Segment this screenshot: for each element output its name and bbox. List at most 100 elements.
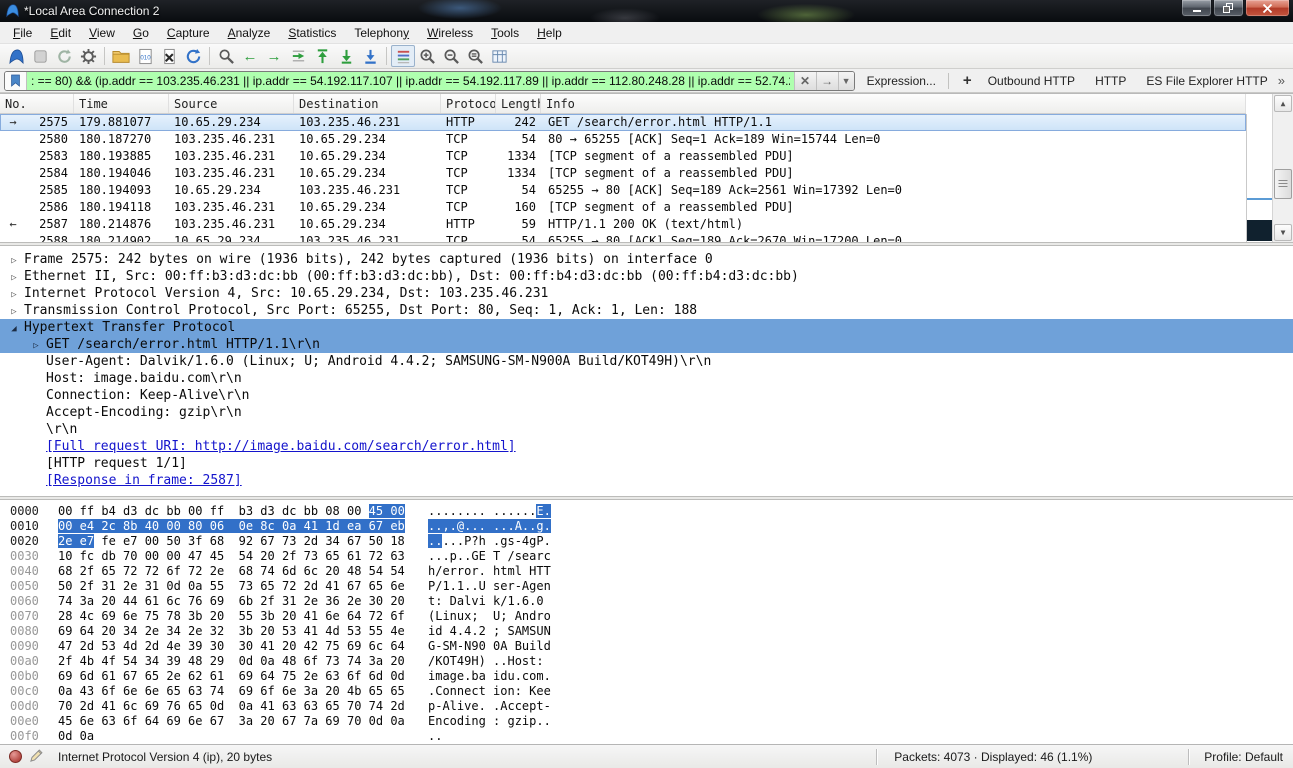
detail-line[interactable]: [HTTP request 1/1] (0, 455, 1293, 472)
resize-columns-button[interactable] (487, 45, 511, 67)
column-header-dst[interactable]: Destination (294, 94, 441, 113)
packet-row-2580[interactable]: 2580180.187270103.235.46.23110.65.29.234… (0, 131, 1246, 148)
menu-go[interactable]: Go (124, 23, 158, 43)
hex-row-00e0[interactable]: 00e045 6e 63 6f 64 69 6e 67 3a 20 67 7a … (10, 714, 1293, 729)
column-header-time[interactable]: Time (74, 94, 169, 113)
column-header-no[interactable]: No. (0, 94, 74, 113)
hex-row-0000[interactable]: 000000 ff b4 d3 dc bb 00 ff b3 d3 dc bb … (10, 504, 1293, 519)
find-packet-button[interactable] (214, 45, 238, 67)
hex-row-0030[interactable]: 003010 fc db 70 00 00 47 45 54 20 2f 73 … (10, 549, 1293, 564)
menu-capture[interactable]: Capture (158, 23, 219, 43)
column-header-info[interactable]: Info (541, 94, 1246, 113)
close-file-button[interactable] (157, 45, 181, 67)
detail-line[interactable]: Host: image.baidu.com\r\n (0, 370, 1293, 387)
colorize-button[interactable] (391, 45, 415, 67)
capture-comment-icon[interactable] (29, 748, 44, 766)
filter-shortcut-http[interactable]: HTTP (1095, 74, 1126, 88)
column-header-len[interactable]: Length (496, 94, 541, 113)
menu-view[interactable]: View (80, 23, 124, 43)
hex-row-00b0[interactable]: 00b069 6d 61 67 65 2e 62 61 69 64 75 2e … (10, 669, 1293, 684)
hex-row-00a0[interactable]: 00a02f 4b 4f 54 34 39 48 29 0d 0a 48 6f … (10, 654, 1293, 669)
restore-button[interactable] (1213, 0, 1244, 17)
go-back-button[interactable]: ← (238, 45, 262, 67)
go-forward-button[interactable]: → (262, 45, 286, 67)
packet-row-2585[interactable]: 2585180.19409310.65.29.234103.235.46.231… (0, 182, 1246, 199)
filter-shortcuts: Outbound HTTP HTTP ES File Explorer HTTP (978, 74, 1278, 88)
open-file-button[interactable] (109, 45, 133, 67)
go-last-button[interactable] (334, 45, 358, 67)
menu-file[interactable]: File (4, 23, 41, 43)
scroll-up-arrow[interactable]: ▲ (1274, 95, 1292, 112)
detail-line[interactable]: ▷Internet Protocol Version 4, Src: 10.65… (0, 285, 1293, 302)
capture-options-button[interactable] (76, 45, 100, 67)
hex-row-0020[interactable]: 00202e e7 fe e7 00 50 3f 68 92 67 73 2d … (10, 534, 1293, 549)
packet-row-2583[interactable]: 2583180.193885103.235.46.23110.65.29.234… (0, 148, 1246, 165)
detail-line[interactable]: ▷Ethernet II, Src: 00:ff:b3:d3:dc:bb (00… (0, 268, 1293, 285)
start-capture-button[interactable] (4, 45, 28, 67)
minimize-button[interactable] (1181, 0, 1212, 17)
collapsed-triangle-icon[interactable]: ▷ (30, 338, 42, 355)
hex-row-0050[interactable]: 005050 2f 31 2e 31 0d 0a 55 73 65 72 2d … (10, 579, 1293, 594)
auto-scroll-button[interactable] (358, 45, 382, 67)
detail-line[interactable]: ▷GET /search/error.html HTTP/1.1\r\n (0, 336, 1293, 353)
expanded-triangle-icon[interactable]: ◢ (8, 321, 20, 338)
detail-line[interactable]: [Full request URI: http://image.baidu.co… (0, 438, 1293, 455)
detail-line[interactable]: Accept-Encoding: gzip\r\n (0, 404, 1293, 421)
menu-help[interactable]: Help (528, 23, 571, 43)
hex-row-0070[interactable]: 007028 4c 69 6e 75 78 3b 20 55 3b 20 41 … (10, 609, 1293, 624)
close-button[interactable] (1245, 0, 1290, 17)
scroll-down-arrow[interactable]: ▼ (1274, 224, 1292, 241)
menu-tools[interactable]: Tools (482, 23, 528, 43)
packet-list-minimap[interactable] (1246, 114, 1272, 242)
zoom-reset-button[interactable] (463, 45, 487, 67)
display-filter-input[interactable] (27, 72, 794, 90)
filter-shortcut-es-file-explorer-http[interactable]: ES File Explorer HTTP (1146, 74, 1267, 88)
hex-row-0010[interactable]: 001000 e4 2c 8b 40 00 80 06 0e 8c 0a 41 … (10, 519, 1293, 534)
filter-apply-button[interactable]: → (816, 72, 838, 90)
column-header-proto[interactable]: Protocol (441, 94, 496, 113)
packet-row-2575[interactable]: →2575179.88107710.65.29.234103.235.46.23… (0, 114, 1246, 131)
expression-button[interactable]: Expression... (863, 72, 940, 90)
filter-bookmark-button[interactable] (5, 72, 27, 90)
go-to-packet-button[interactable] (286, 45, 310, 67)
menu-statistics[interactable]: Statistics (279, 23, 345, 43)
hex-row-0060[interactable]: 006074 3a 20 44 61 6c 76 69 6b 2f 31 2e … (10, 594, 1293, 609)
hex-row-00c0[interactable]: 00c00a 43 6f 6e 6e 65 63 74 69 6f 6e 3a … (10, 684, 1293, 699)
menu-telephony[interactable]: Telephony (345, 23, 418, 43)
packet-row-2586[interactable]: 2586180.194118103.235.46.23110.65.29.234… (0, 199, 1246, 216)
filter-overflow-chevron[interactable]: » (1278, 73, 1287, 88)
detail-line[interactable]: User-Agent: Dalvik/1.6.0 (Linux; U; Andr… (0, 353, 1293, 370)
menu-wireless[interactable]: Wireless (418, 23, 482, 43)
hex-row-0080[interactable]: 008069 64 20 34 2e 34 2e 32 3b 20 53 41 … (10, 624, 1293, 639)
menu-edit[interactable]: Edit (41, 23, 80, 43)
detail-line[interactable]: ▷Transmission Control Protocol, Src Port… (0, 302, 1293, 319)
filter-clear-button[interactable]: ✕ (794, 72, 816, 90)
stop-capture-button[interactable] (28, 45, 52, 67)
packet-row-2587[interactable]: ←2587180.214876103.235.46.23110.65.29.23… (0, 216, 1246, 233)
detail-line[interactable]: ◢Hypertext Transfer Protocol (0, 319, 1293, 336)
detail-line[interactable]: \r\n (0, 421, 1293, 438)
hex-row-0090[interactable]: 009047 2d 53 4d 2d 4e 39 30 30 41 20 42 … (10, 639, 1293, 654)
detail-line[interactable]: [Response in frame: 2587] (0, 472, 1293, 489)
hex-row-00f0[interactable]: 00f00d 0a.. (10, 729, 1293, 744)
zoom-in-button[interactable] (415, 45, 439, 67)
status-profile[interactable]: Profile: Default (1190, 750, 1293, 764)
filter-history-dropdown[interactable]: ▼ (838, 72, 854, 90)
hex-row-0040[interactable]: 004068 2f 65 72 72 6f 72 2e 68 74 6d 6c … (10, 564, 1293, 579)
save-file-button[interactable]: 010 (133, 45, 157, 67)
zoom-out-button[interactable] (439, 45, 463, 67)
packet-row-2584[interactable]: 2584180.194046103.235.46.23110.65.29.234… (0, 165, 1246, 182)
go-first-button[interactable] (310, 45, 334, 67)
packet-list-scrollbar[interactable]: ▲ ▼ (1272, 94, 1293, 242)
column-header-src[interactable]: Source (169, 94, 294, 113)
filter-shortcut-outbound-http[interactable]: Outbound HTTP (988, 74, 1075, 88)
hex-row-00d0[interactable]: 00d070 2d 41 6c 69 76 65 0d 0a 41 63 63 … (10, 699, 1293, 714)
detail-line[interactable]: ▷Frame 2575: 242 bytes on wire (1936 bit… (0, 251, 1293, 268)
restart-capture-button[interactable] (52, 45, 76, 67)
filter-add-button[interactable]: + (957, 72, 978, 89)
menu-analyze[interactable]: Analyze (219, 23, 280, 43)
scrollbar-thumb[interactable] (1274, 169, 1292, 199)
reload-button[interactable] (181, 45, 205, 67)
expert-info-icon[interactable] (9, 750, 22, 763)
detail-line[interactable]: Connection: Keep-Alive\r\n (0, 387, 1293, 404)
